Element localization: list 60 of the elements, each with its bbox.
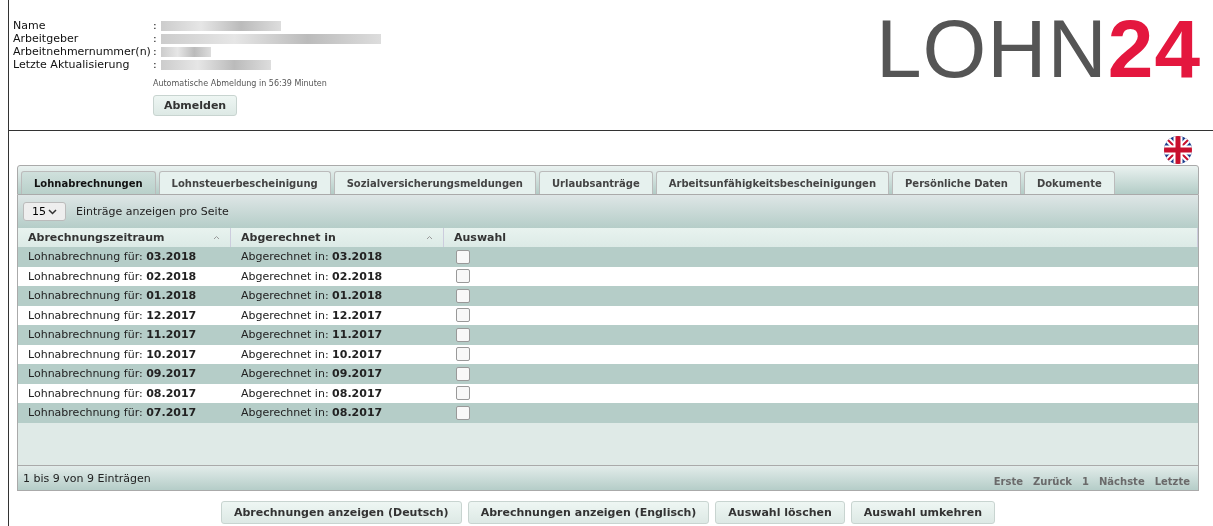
colon: : [152, 32, 157, 45]
uk-flag-icon[interactable] [1163, 135, 1193, 165]
tab[interactable]: Arbeitsunfähigkeitsbescheinigungen [655, 171, 889, 194]
checkbox[interactable] [456, 347, 470, 362]
action-button[interactable]: Abrechnungen anzeigen (Englisch) [467, 501, 710, 524]
table-cell: Abgerechnet in: 11.2017 [231, 325, 444, 345]
field-label: Name [13, 19, 47, 32]
action-button[interactable]: Auswahl umkehren [850, 501, 995, 524]
tab[interactable]: Sozialversicherungsmeldungen [333, 171, 536, 194]
table-cell: Abgerechnet in: 08.2017 [231, 403, 444, 423]
tab[interactable]: Dokumente [1023, 171, 1115, 194]
sort-icon [213, 235, 220, 240]
table-cell: Lohnabrechnung für: 11.2017 [18, 325, 231, 345]
logo: LOHN24 [875, 8, 1201, 96]
checkbox[interactable] [456, 288, 470, 303]
entries-info: 1 bis 9 von 9 Einträgen [23, 471, 151, 485]
table-cell: Abgerechnet in: 02.2018 [231, 266, 444, 286]
field-label: Arbeitnehmernummer(n) [13, 45, 151, 58]
table-cell: Abgerechnet in: 10.2017 [231, 344, 444, 364]
table-cell: Abgerechnet in: 03.2018 [231, 247, 444, 267]
table-cell: Lohnabrechnung für: 09.2017 [18, 364, 231, 384]
table-cell: Lohnabrechnung für: 03.2018 [18, 247, 231, 267]
field-label: Letzte Aktualisierung [13, 58, 131, 71]
checkbox[interactable] [456, 249, 470, 264]
tab[interactable]: Urlaubsanträge [539, 171, 653, 194]
checkbox[interactable] [456, 386, 470, 401]
table-cell: Lohnabrechnung für: 12.2017 [18, 305, 231, 325]
chevron-down-icon [48, 208, 57, 215]
table-cell: Abgerechnet in: 09.2017 [231, 364, 444, 384]
colon: : [152, 58, 157, 71]
field-label: Arbeitgeber [13, 32, 80, 45]
table-cell: Lohnabrechnung für: 07.2017 [18, 403, 231, 423]
checkbox[interactable] [456, 269, 470, 284]
page-size-label: Einträge anzeigen pro Seite [76, 205, 229, 218]
column-header[interactable]: Abrechnungszeitraum [18, 228, 231, 247]
sort-icon [426, 235, 433, 240]
checkbox[interactable] [456, 366, 470, 381]
checkbox[interactable] [456, 327, 470, 342]
page-size-select[interactable]: 15 [23, 202, 66, 221]
checkbox[interactable] [456, 405, 470, 420]
column-header[interactable]: Abgerechnet in [231, 228, 444, 247]
action-button[interactable]: Abrechnungen anzeigen (Deutsch) [221, 501, 462, 524]
logout-button[interactable]: Abmelden [152, 95, 238, 116]
checkbox[interactable] [456, 308, 470, 323]
auto-logout-notice: Automatische Abmeldung in 56:39 Minuten [152, 78, 328, 90]
column-header[interactable]: Auswahl [444, 228, 1198, 247]
table-cell: Lohnabrechnung für: 08.2017 [18, 383, 231, 403]
tab[interactable]: Lohnabrechnungen [21, 171, 156, 194]
table-cell: Lohnabrechnung für: 02.2018 [18, 266, 231, 286]
table-cell: Lohnabrechnung für: 10.2017 [18, 344, 231, 364]
table-cell: Abgerechnet in: 01.2018 [231, 286, 444, 306]
tab[interactable]: Lohnsteuerbescheinigung [158, 171, 331, 194]
colon: : [152, 19, 157, 32]
redacted-value [160, 46, 211, 57]
table-cell: Abgerechnet in: 12.2017 [231, 305, 444, 325]
action-button[interactable]: Auswahl löschen [715, 501, 845, 524]
table-cell: Abgerechnet in: 08.2017 [231, 383, 444, 403]
colon: : [152, 45, 157, 58]
tab[interactable]: Persönliche Daten [892, 171, 1021, 194]
table-cell: Lohnabrechnung für: 01.2018 [18, 286, 231, 306]
